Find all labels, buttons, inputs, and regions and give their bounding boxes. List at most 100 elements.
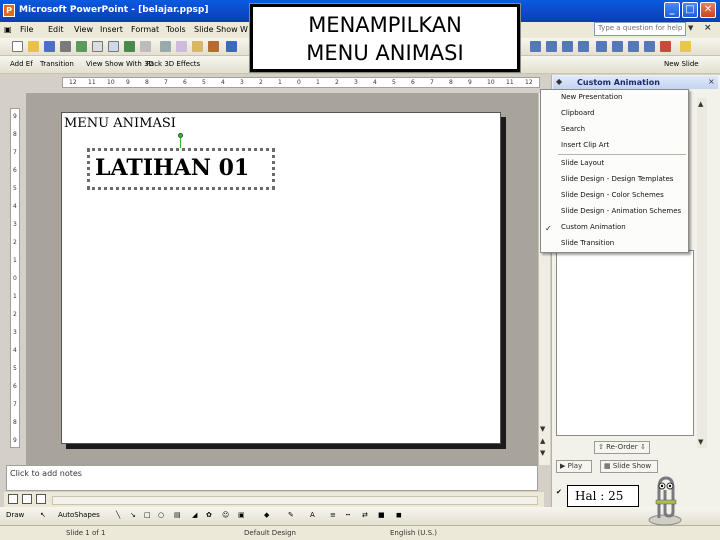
new-icon[interactable] bbox=[12, 41, 23, 52]
menu-item-animation-schemes[interactable]: Slide Design - Animation Schemes bbox=[541, 203, 688, 219]
align-center-icon[interactable] bbox=[546, 41, 557, 52]
notes-pane[interactable]: Click to add notes bbox=[6, 465, 538, 491]
format-painter-icon[interactable] bbox=[208, 41, 219, 52]
close-button[interactable]: ✕ bbox=[700, 2, 716, 18]
task-scroll-down-icon[interactable]: ▼ bbox=[698, 438, 703, 446]
menu-item-custom-animation[interactable]: Custom Animation bbox=[541, 219, 688, 235]
print-preview-icon[interactable] bbox=[108, 41, 119, 52]
shadow-icon[interactable]: ■ bbox=[378, 511, 385, 519]
menu-file[interactable]: File bbox=[20, 25, 33, 34]
menu-item-search[interactable]: Search bbox=[541, 121, 688, 137]
autopreview-checkbox[interactable]: ✔ bbox=[556, 488, 562, 496]
document-icon[interactable]: ▣ bbox=[4, 25, 12, 34]
paste-icon[interactable] bbox=[192, 41, 203, 52]
spelling-icon[interactable] bbox=[124, 41, 135, 52]
line-icon[interactable]: ╲ bbox=[116, 511, 120, 519]
email-icon[interactable] bbox=[76, 41, 87, 52]
menu-item-insert-clip-art[interactable]: Insert Clip Art bbox=[541, 137, 688, 153]
help-dropdown-icon[interactable]: ▼ bbox=[688, 24, 693, 32]
cut-icon[interactable] bbox=[160, 41, 171, 52]
horizontal-ruler[interactable]: 12 11 10 9 8 7 6 5 4 3 2 1 0 1 2 3 4 5 6 7 8 9 10 11 12 bbox=[62, 77, 540, 88]
picture-icon[interactable]: ▣ bbox=[238, 511, 245, 519]
increase-indent-icon[interactable] bbox=[644, 41, 655, 52]
3d-style-icon[interactable]: ◼ bbox=[396, 511, 402, 519]
pack-3d-effects-button[interactable]: Pack 3D Effects bbox=[146, 60, 200, 68]
play-label: Play bbox=[567, 462, 583, 470]
design-icon[interactable] bbox=[680, 41, 691, 52]
add-effect-button[interactable]: Add Ef bbox=[10, 60, 33, 68]
menu-item-new-presentation[interactable]: New Presentation bbox=[541, 89, 688, 105]
task-pane-close-button[interactable]: × bbox=[708, 77, 715, 86]
task-pane-title[interactable]: Custom Animation bbox=[577, 78, 660, 87]
task-pane-back-icon[interactable]: ◆ bbox=[556, 77, 562, 86]
font-color-draw-icon[interactable]: A bbox=[310, 511, 315, 519]
open-icon[interactable] bbox=[28, 41, 39, 52]
increase-font-icon[interactable] bbox=[612, 41, 623, 52]
dash-style-icon[interactable]: ┅ bbox=[346, 511, 350, 519]
undo-icon[interactable] bbox=[226, 41, 237, 52]
slide-sorter-icon[interactable] bbox=[22, 494, 32, 504]
animation-list[interactable] bbox=[556, 250, 694, 436]
line-color-icon[interactable]: ✎ bbox=[288, 511, 294, 519]
powerpoint-icon[interactable]: P bbox=[3, 4, 15, 17]
menu-item-slide-layout[interactable]: Slide Layout bbox=[541, 155, 688, 171]
new-slide-button[interactable]: New Slide bbox=[664, 60, 699, 68]
numbering-icon[interactable] bbox=[562, 41, 573, 52]
arrow-icon[interactable]: ↘ bbox=[130, 511, 136, 519]
menu-item-clipboard[interactable]: Clipboard bbox=[541, 105, 688, 121]
menu-slide-show[interactable]: Slide Show bbox=[194, 25, 238, 34]
text-box-icon[interactable]: ▤ bbox=[174, 511, 181, 519]
normal-view-icon[interactable] bbox=[8, 494, 18, 504]
save-icon[interactable] bbox=[44, 41, 55, 52]
copy-icon[interactable] bbox=[176, 41, 187, 52]
re-order-button[interactable]: ⇧ Re-Order ⇩ bbox=[594, 441, 650, 454]
font-color-icon[interactable] bbox=[660, 41, 671, 52]
next-slide-icon[interactable]: ▼ bbox=[540, 449, 545, 457]
rectangle-icon[interactable]: □ bbox=[144, 511, 151, 519]
fill-color-icon[interactable]: ◆ bbox=[264, 511, 269, 519]
task-scroll-up-icon[interactable]: ▲ bbox=[698, 100, 703, 108]
rotation-handle[interactable] bbox=[178, 133, 183, 138]
line-style-icon[interactable]: ≡ bbox=[330, 511, 336, 519]
decrease-indent-icon[interactable] bbox=[628, 41, 639, 52]
placeholder-text[interactable]: LATIHAN 01 bbox=[95, 155, 249, 181]
slide-title[interactable]: MENU ANIMASI bbox=[64, 116, 176, 131]
menu-tools[interactable]: Tools bbox=[166, 25, 186, 34]
menu-item-slide-transition[interactable]: Slide Transition bbox=[541, 235, 688, 251]
scroll-down-icon[interactable]: ▼ bbox=[540, 425, 545, 433]
task-pane-scrollbar[interactable]: ▲ ▼ bbox=[697, 98, 707, 448]
menu-format[interactable]: Format bbox=[131, 25, 159, 34]
clip-art-icon[interactable]: ☺ bbox=[222, 511, 229, 519]
vertical-ruler[interactable]: 9 8 7 6 5 4 3 2 1 0 1 2 3 4 5 6 7 8 9 bbox=[10, 108, 20, 448]
permission-icon[interactable] bbox=[60, 41, 71, 52]
menu-item-color-schemes[interactable]: Slide Design - Color Schemes bbox=[541, 187, 688, 203]
previous-slide-icon[interactable]: ▲ bbox=[540, 437, 545, 445]
align-left-icon[interactable] bbox=[530, 41, 541, 52]
play-button[interactable]: ▶ Play bbox=[556, 460, 592, 473]
diagram-icon[interactable]: ✿ bbox=[206, 511, 212, 519]
transition-button[interactable]: Transition bbox=[40, 60, 74, 68]
arrow-style-icon[interactable]: ⇄ bbox=[362, 511, 368, 519]
menu-view[interactable]: View bbox=[74, 25, 93, 34]
menu-window[interactable]: W bbox=[240, 25, 248, 34]
draw-menu[interactable]: Draw bbox=[6, 511, 24, 519]
maximize-button[interactable]: □ bbox=[682, 2, 698, 18]
office-assistant-icon[interactable] bbox=[645, 472, 685, 526]
wordart-icon[interactable]: ◢ bbox=[192, 511, 197, 519]
menu-edit[interactable]: Edit bbox=[48, 25, 64, 34]
slide-show-icon[interactable] bbox=[36, 494, 46, 504]
minimize-button[interactable]: _ bbox=[664, 2, 680, 18]
menu-item-design-templates[interactable]: Slide Design - Design Templates bbox=[541, 171, 688, 187]
oval-icon[interactable]: ○ bbox=[158, 511, 164, 519]
document-close-button[interactable]: × bbox=[704, 23, 712, 33]
decrease-font-icon[interactable] bbox=[596, 41, 607, 52]
help-search-input[interactable]: Type a question for help bbox=[594, 22, 686, 36]
slide-horizontal-scrollbar[interactable] bbox=[52, 496, 538, 505]
research-icon[interactable] bbox=[140, 41, 151, 52]
menu-insert[interactable]: Insert bbox=[100, 25, 123, 34]
print-icon[interactable] bbox=[92, 41, 103, 52]
bullets-icon[interactable] bbox=[578, 41, 589, 52]
autoshapes-menu[interactable]: AutoShapes bbox=[58, 511, 100, 519]
view-show-button[interactable]: View Show With 3D bbox=[86, 60, 154, 68]
select-arrow-icon[interactable]: ↖ bbox=[40, 511, 46, 519]
